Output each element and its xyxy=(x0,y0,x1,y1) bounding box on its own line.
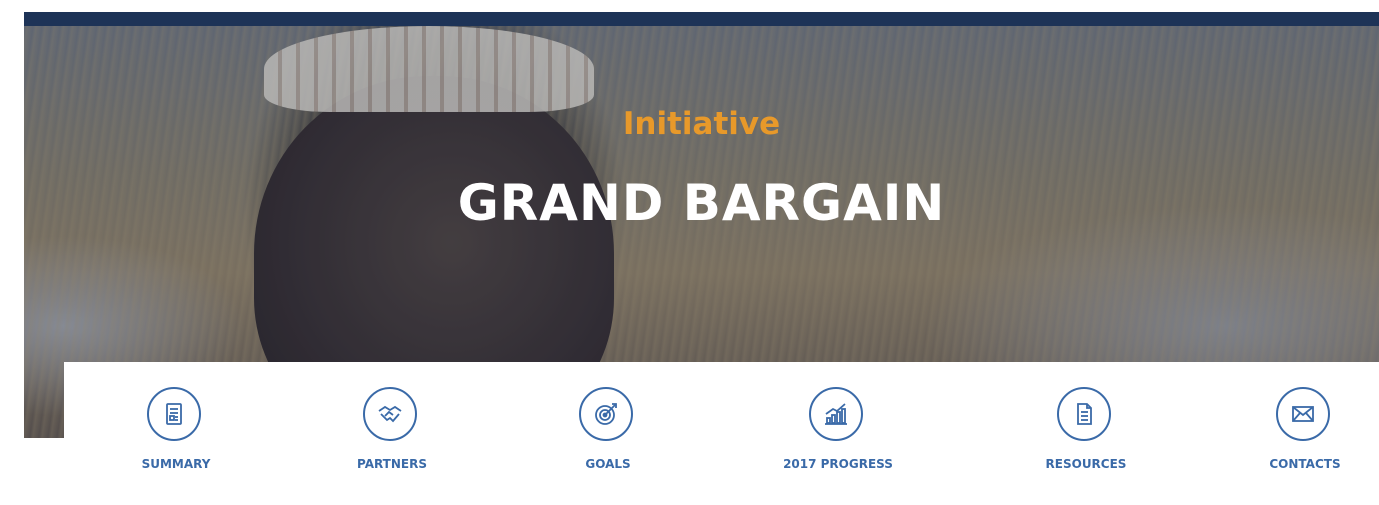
page-frame: Initiative GRAND BARGAIN SUMMARY PARTNER… xyxy=(24,0,1379,505)
handshake-icon xyxy=(363,387,417,441)
nav-label-resources: RESOURCES xyxy=(1045,457,1127,471)
file-icon xyxy=(1057,387,1111,441)
nav-item-contacts[interactable]: CONTACTS xyxy=(1205,362,1379,505)
nav-item-partners[interactable]: PARTNERS xyxy=(292,362,492,505)
nav-label-partners: PARTNERS xyxy=(357,457,427,471)
nav-item-2017-progress[interactable]: 2017 PROGRESS xyxy=(738,362,938,505)
bar-chart-icon xyxy=(809,387,863,441)
envelope-icon xyxy=(1276,387,1330,441)
nav-item-summary[interactable]: SUMMARY xyxy=(76,362,276,505)
nav-item-goals[interactable]: GOALS xyxy=(508,362,708,505)
nav-label-2017-progress: 2017 PROGRESS xyxy=(783,457,893,471)
document-icon xyxy=(147,387,201,441)
hero-title: GRAND BARGAIN xyxy=(457,174,946,232)
hero-subtitle: Initiative xyxy=(622,106,781,142)
nav-label-goals: GOALS xyxy=(585,457,631,471)
top-bar xyxy=(24,12,1379,26)
section-nav: SUMMARY PARTNERS GOALS 2017 PROGRESS RES… xyxy=(64,362,1379,505)
nav-item-resources[interactable]: RESOURCES xyxy=(986,362,1186,505)
target-icon xyxy=(579,387,633,441)
nav-label-summary: SUMMARY xyxy=(141,457,211,471)
nav-label-contacts: CONTACTS xyxy=(1269,457,1341,471)
